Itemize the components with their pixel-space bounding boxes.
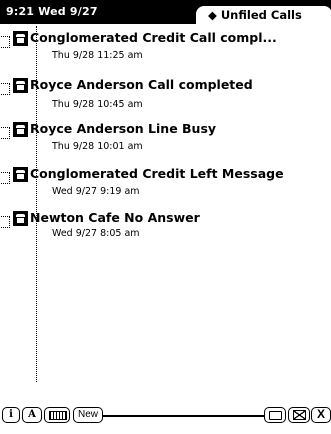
- folder-icon: [269, 411, 282, 420]
- assist-button[interactable]: A: [22, 407, 42, 423]
- info-button[interactable]: i: [2, 407, 20, 423]
- call-title: Royce Anderson Line Busy: [30, 121, 217, 136]
- clock[interactable]: 9:21 Wed 9/27: [6, 5, 98, 18]
- phone-icon: [13, 122, 28, 137]
- call-title: Royce Anderson Call completed: [30, 77, 253, 92]
- checkbox-icon[interactable]: [1, 83, 10, 95]
- checkbox-icon[interactable]: [1, 127, 10, 139]
- new-button[interactable]: New: [73, 407, 103, 423]
- call-date: Wed 9/27 8:05 am: [52, 228, 140, 239]
- phone-icon: [13, 78, 28, 93]
- call-title: Newton Cafe No Answer: [30, 210, 200, 225]
- call-date: Thu 9/28 11:25 am: [52, 50, 143, 61]
- list-item[interactable]: Conglomerated Credit Call compl... Thu 9…: [0, 27, 331, 73]
- newton-screen: 9:21 Wed 9/27 ◆ Unfiled Calls Conglomera…: [0, 0, 331, 434]
- checkbox-icon[interactable]: [1, 216, 10, 228]
- close-button[interactable]: X: [311, 407, 331, 423]
- keyboard-button[interactable]: [44, 407, 70, 423]
- call-date: Wed 9/27 9:19 am: [52, 186, 140, 197]
- checkbox-icon[interactable]: [1, 172, 10, 184]
- list-item[interactable]: Royce Anderson Line Busy Thu 9/28 10:01 …: [0, 118, 331, 164]
- phone-icon: [13, 31, 28, 46]
- route-button[interactable]: [288, 407, 310, 423]
- file-button[interactable]: [264, 407, 286, 423]
- phone-icon: [13, 167, 28, 182]
- call-date: Thu 9/28 10:01 am: [52, 141, 143, 152]
- list-item[interactable]: Royce Anderson Call completed Thu 9/28 1…: [0, 74, 331, 120]
- phone-icon: [13, 211, 28, 226]
- mail-icon: [293, 410, 306, 420]
- toolbar-divider: [103, 415, 264, 417]
- folder-tab[interactable]: ◆ Unfiled Calls: [196, 6, 331, 24]
- list-item[interactable]: Conglomerated Credit Left Message Wed 9/…: [0, 163, 331, 209]
- checkbox-icon[interactable]: [1, 36, 10, 48]
- folder-tab-label: ◆ Unfiled Calls: [208, 8, 302, 22]
- call-date: Thu 9/28 10:45 am: [52, 99, 143, 110]
- title-bar: 9:21 Wed 9/27 ◆ Unfiled Calls: [0, 0, 331, 24]
- keyboard-icon: [49, 411, 67, 420]
- list-item[interactable]: Newton Cafe No Answer Wed 9/27 8:05 am: [0, 207, 331, 253]
- call-title: Conglomerated Credit Left Message: [30, 166, 284, 181]
- call-title: Conglomerated Credit Call compl...: [30, 30, 277, 45]
